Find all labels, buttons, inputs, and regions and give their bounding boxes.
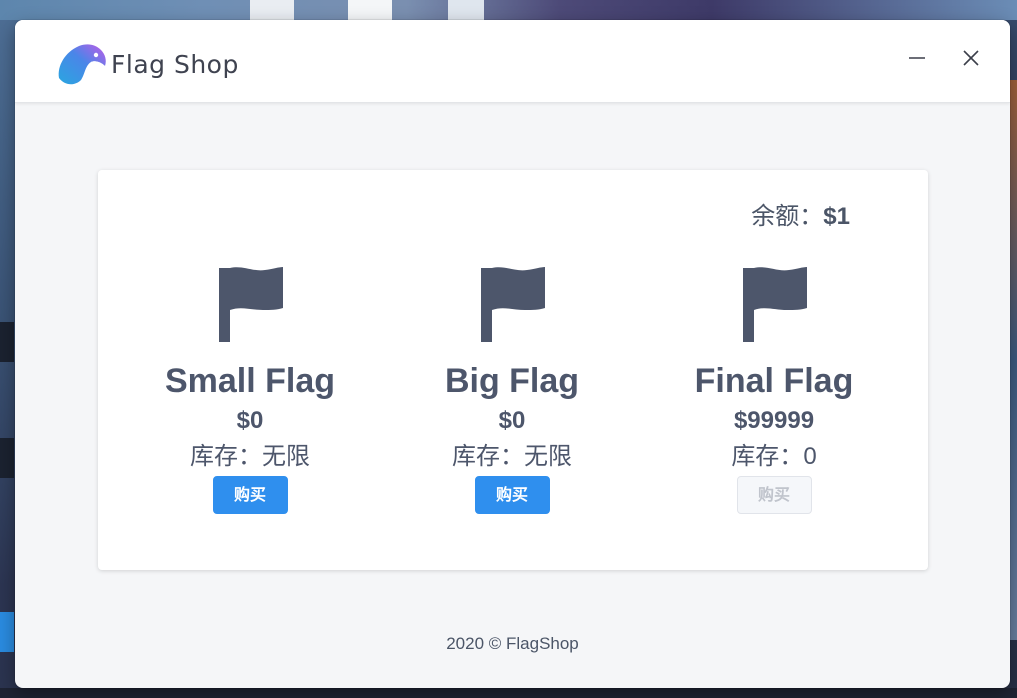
buy-button-final-flag[interactable]: 购买 [736,476,812,514]
footer-copyright: 2020 © FlagShop [446,634,579,653]
desktop-bottom-strip [0,688,1017,698]
buy-button-big-flag[interactable]: 购买 [474,476,550,514]
stock-value: 无限 [262,443,310,470]
balance-label: 余额： [751,203,824,230]
product-stock: 库存：0 [664,442,884,472]
close-icon [963,50,979,66]
product-price: $0 [236,407,264,434]
stock-value: 无限 [524,443,572,470]
shop-card: 余额：$1 Small Flag $0 库存：无限 购买 Big Flag $0… [98,170,928,570]
desktop-file-icon [348,0,392,20]
product-name: Big Flag [444,362,580,400]
desktop-top-strip [0,0,1017,20]
desktop-app-icon [0,438,14,478]
flag-icon [219,267,283,342]
stock-label: 库存： [190,443,262,470]
product-big-flag: Big Flag $0 库存：无限 购买 [402,266,622,514]
product-stock: 库存：无限 [140,442,360,472]
desktop-file-icon [250,0,294,20]
desktop-app-icon [0,322,14,362]
app-title: Flag Shop [111,49,239,79]
product-stock: 库存：无限 [402,442,622,472]
desktop-background: Flag Shop 余额：$1 Small Flag $0 库存：无限 购买 B… [0,0,1017,698]
desktop-file-icon [448,0,484,20]
flag-icon [743,267,807,342]
bird-logo-icon [58,44,106,85]
product-name: Final Flag [694,362,854,400]
product-name: Small Flag [164,362,336,400]
buy-button-small-flag[interactable]: 购买 [212,476,288,514]
stock-label: 库存： [452,443,524,470]
minimize-button[interactable] [903,44,931,72]
balance-display: 余额：$1 [751,196,850,231]
balance-value: $1 [823,203,850,230]
product-small-flag: Small Flag $0 库存：无限 购买 [140,266,360,514]
flag-icon [481,267,545,342]
product-price: $0 [498,407,526,434]
minimize-icon [909,57,925,59]
product-final-flag: Final Flag $99999 库存：0 购买 [664,266,884,514]
product-price: $99999 [733,407,815,434]
desktop-app-icon [0,612,14,652]
stock-label: 库存： [731,443,804,470]
desktop-right-edge [1009,80,1017,640]
title-bar[interactable]: Flag Shop [15,20,1010,103]
app-window: Flag Shop 余额：$1 Small Flag $0 库存：无限 购买 B… [15,20,1010,688]
app-logo: Flag Shop [55,40,239,88]
close-button[interactable] [957,44,985,72]
stock-value: 0 [803,443,817,470]
